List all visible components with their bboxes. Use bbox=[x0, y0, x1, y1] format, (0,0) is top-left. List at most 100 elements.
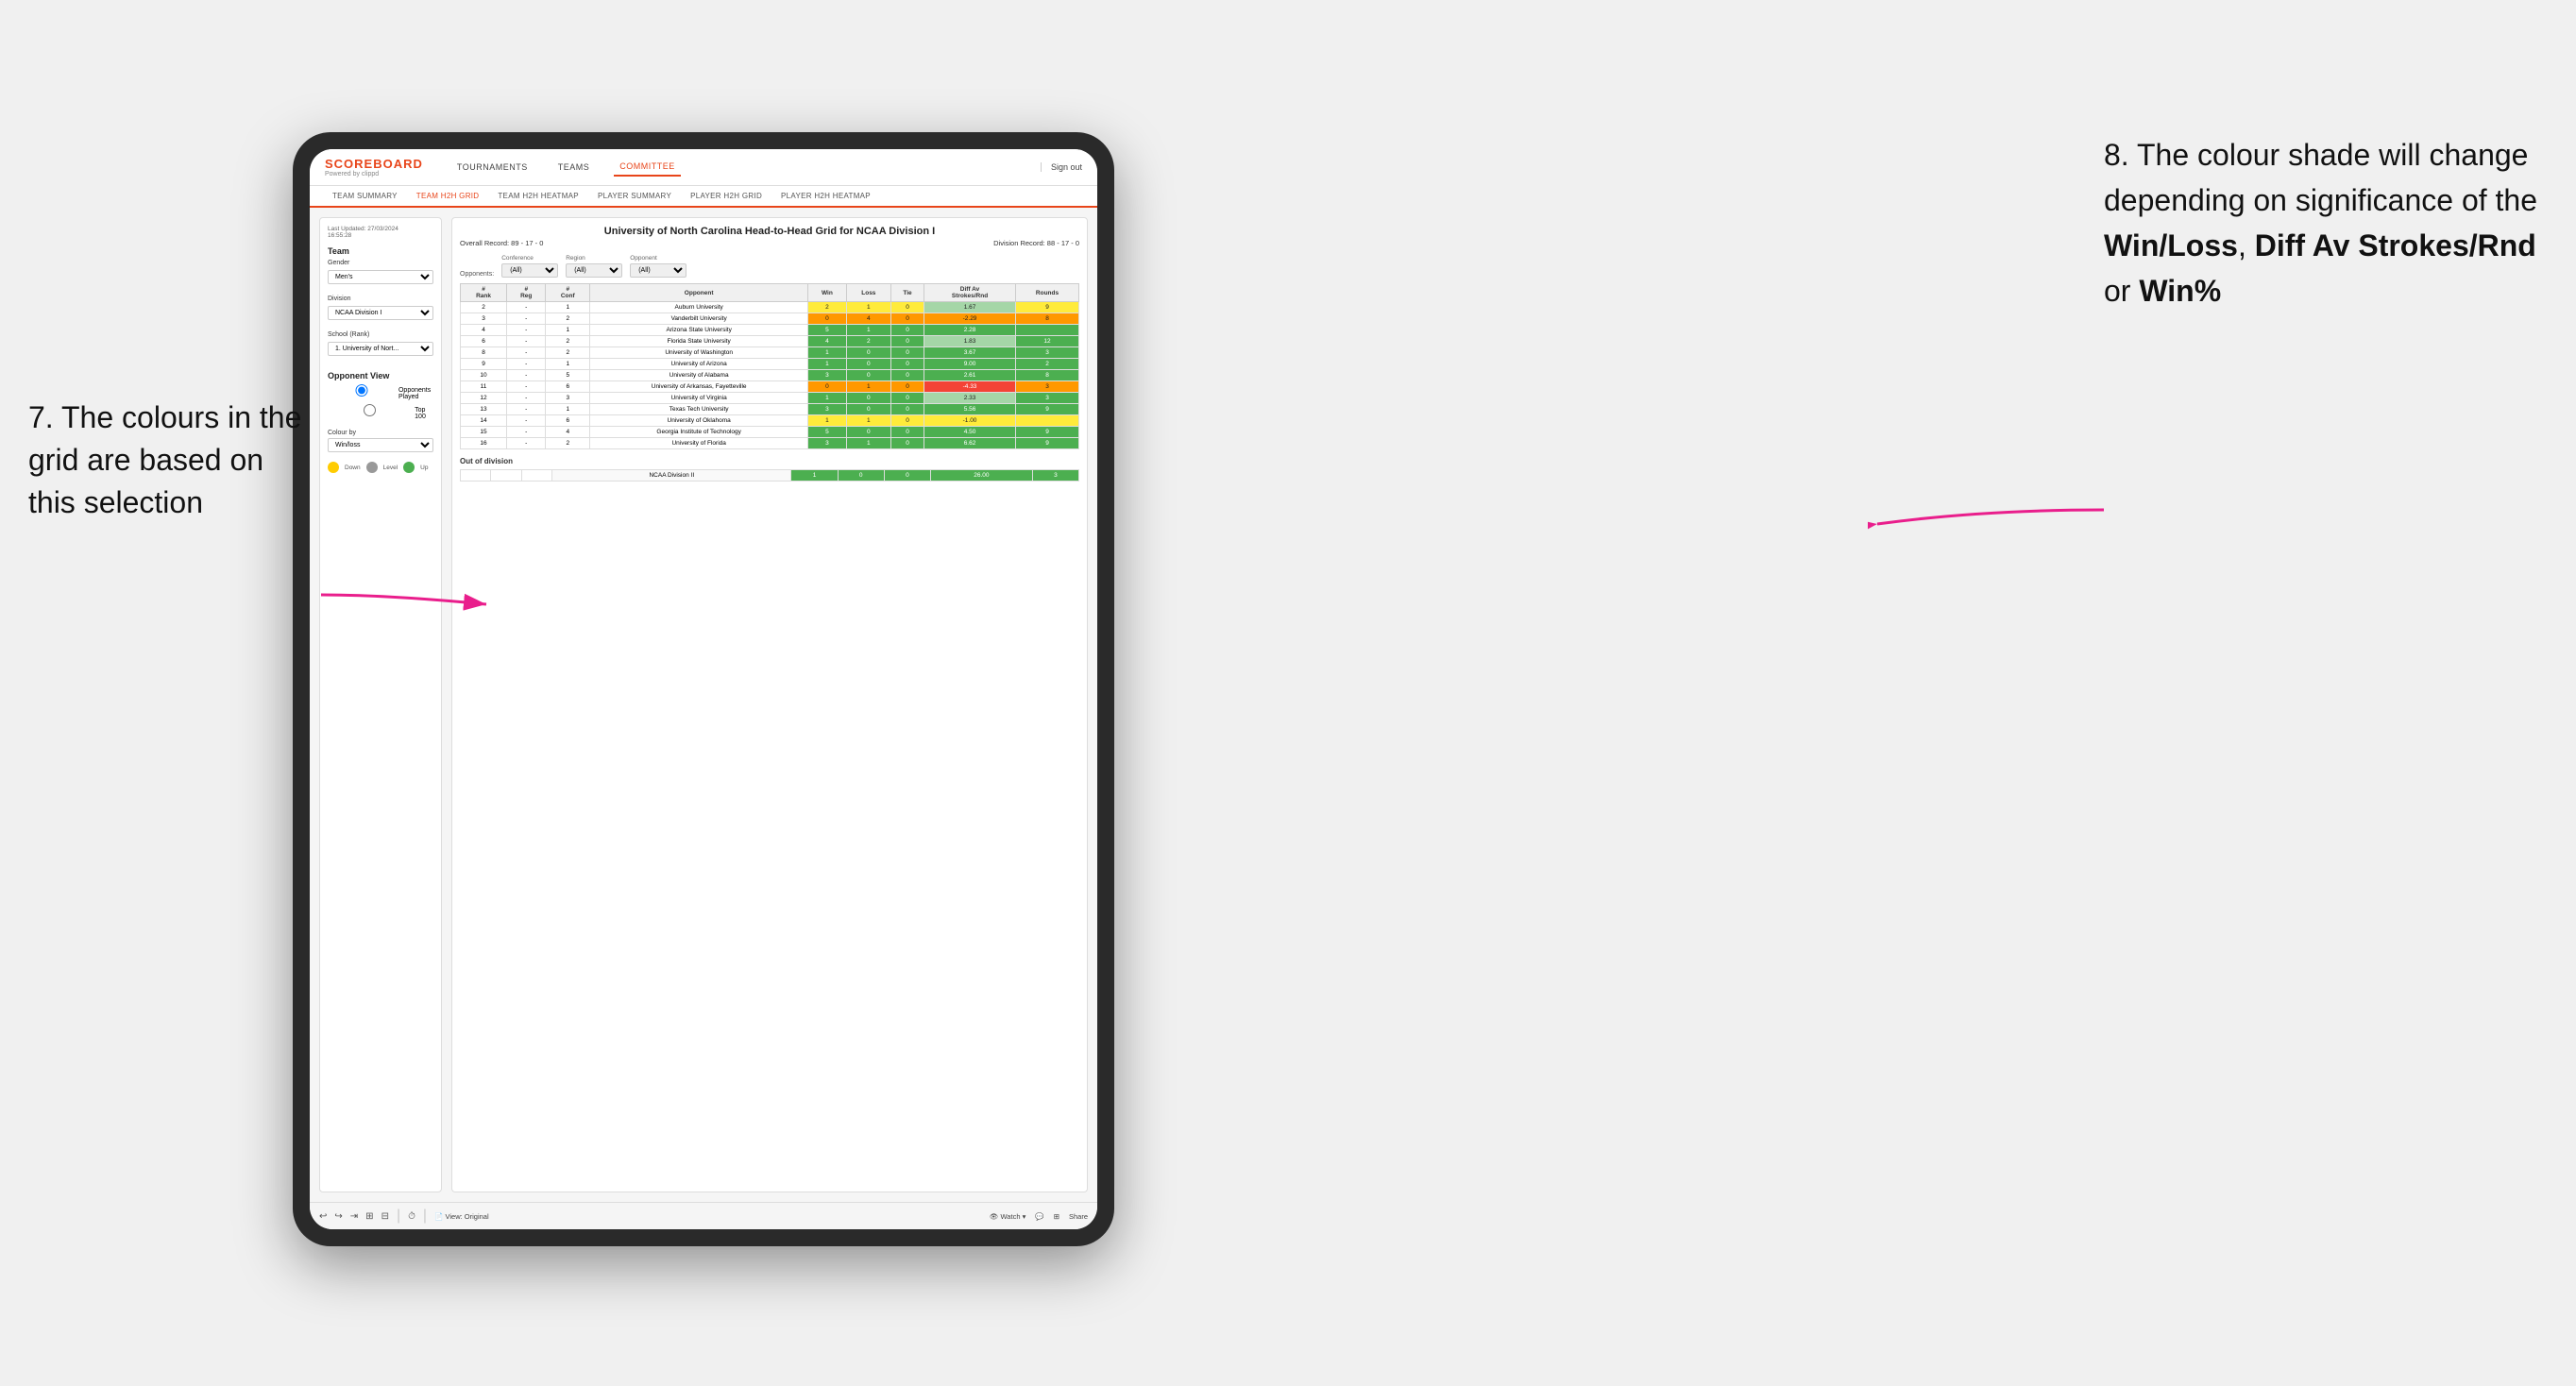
table-row: 3 - 2 Vanderbilt University 0 4 0 -2.29 … bbox=[461, 313, 1079, 325]
cell-conf: 2 bbox=[546, 438, 590, 449]
radio-top100-label: Top 100 bbox=[415, 407, 433, 420]
comment-icon[interactable]: 💬 bbox=[1035, 1212, 1043, 1221]
cell-diff: 1.67 bbox=[924, 302, 1015, 313]
cell-reg: - bbox=[507, 370, 546, 381]
cell-loss: 1 bbox=[846, 438, 891, 449]
cell-loss: 1 bbox=[846, 415, 891, 427]
annotation-left: 7. The colours in the grid are based on … bbox=[28, 397, 302, 523]
cell-tie: 0 bbox=[891, 427, 924, 438]
cell-opponent: Georgia Institute of Technology bbox=[590, 427, 808, 438]
forward-icon[interactable]: ⇥ bbox=[350, 1211, 358, 1222]
logo-area: SCOREBOARD Powered by clippd bbox=[325, 157, 423, 177]
cell-conf: 5 bbox=[546, 370, 590, 381]
cell-diff: -4.33 bbox=[924, 381, 1015, 393]
cell-conf: 1 bbox=[546, 404, 590, 415]
colour-by-group: Colour by Win/loss bbox=[328, 430, 433, 458]
cell-opponent: University of Washington bbox=[590, 347, 808, 359]
cell-rounds: 9 bbox=[1016, 427, 1079, 438]
tab-team-h2h-heatmap[interactable]: TEAM H2H HEATMAP bbox=[490, 186, 586, 206]
radio-top100[interactable]: Top 100 bbox=[328, 404, 433, 422]
cell-reg: - bbox=[507, 302, 546, 313]
cell-rank: 4 bbox=[461, 325, 507, 336]
watch-button[interactable]: 👁 Watch ▾ bbox=[990, 1212, 1025, 1221]
cell-rounds: 9 bbox=[1016, 438, 1079, 449]
table-row: 4 - 1 Arizona State University 5 1 0 2.2… bbox=[461, 325, 1079, 336]
tab-player-h2h-heatmap[interactable]: PLAYER H2H HEATMAP bbox=[773, 186, 878, 206]
region-select[interactable]: (All) bbox=[566, 263, 622, 278]
table-row: 2 - 1 Auburn University 2 1 0 1.67 9 bbox=[461, 302, 1079, 313]
tab-player-h2h-grid[interactable]: PLAYER H2H GRID bbox=[683, 186, 770, 206]
cell-win: 1 bbox=[808, 415, 846, 427]
cell-opponent: Florida State University bbox=[590, 336, 808, 347]
cell-conf: 2 bbox=[546, 336, 590, 347]
table-header-row: #Rank #Reg #Conf Opponent Win Loss Tie D… bbox=[461, 284, 1079, 302]
opponents-filter-label: Opponents: bbox=[460, 271, 494, 278]
cell-win: 0 bbox=[808, 313, 846, 325]
division-record: Division Record: 88 - 17 - 0 bbox=[993, 239, 1079, 247]
tab-team-summary[interactable]: TEAM SUMMARY bbox=[325, 186, 405, 206]
app-header: SCOREBOARD Powered by clippd TOURNAMENTS… bbox=[310, 149, 1097, 186]
cell-conf: 6 bbox=[546, 381, 590, 393]
present-icon[interactable]: ⊞ bbox=[1054, 1212, 1059, 1221]
col-loss: Loss bbox=[846, 284, 891, 302]
cell-rank: 11 bbox=[461, 381, 507, 393]
cell-win: 5 bbox=[808, 427, 846, 438]
division-group: Division NCAA Division I bbox=[328, 296, 433, 326]
app-logo-sub: Powered by clippd bbox=[325, 171, 423, 177]
cell-loss: 1 bbox=[846, 381, 891, 393]
tab-team-h2h-grid[interactable]: TEAM H2H GRID bbox=[409, 186, 487, 208]
nav-committee[interactable]: COMMITTEE bbox=[614, 158, 681, 177]
annotation-right-text: 8. The colour shade will change dependin… bbox=[2104, 138, 2537, 308]
school-select[interactable]: 1. University of Nort... bbox=[328, 342, 433, 356]
table-row: 16 - 2 University of Florida 3 1 0 6.62 … bbox=[461, 438, 1079, 449]
cell-win: 3 bbox=[808, 404, 846, 415]
cell-reg: - bbox=[507, 393, 546, 404]
share-button[interactable]: Share bbox=[1069, 1212, 1088, 1221]
cell-tie: 0 bbox=[891, 347, 924, 359]
radio-opponents-played[interactable]: Opponents Played bbox=[328, 384, 433, 402]
copy-icon[interactable]: ⊞ bbox=[365, 1211, 373, 1222]
cell-opponent: University of Arkansas, Fayetteville bbox=[590, 381, 808, 393]
cell-conf: 2 bbox=[546, 313, 590, 325]
cell-win: 5 bbox=[808, 325, 846, 336]
out-div-tie: 0 bbox=[884, 470, 930, 482]
cell-loss: 0 bbox=[846, 404, 891, 415]
opponent-select[interactable]: (All) bbox=[630, 263, 686, 278]
division-select[interactable]: NCAA Division I bbox=[328, 306, 433, 320]
cell-opponent: University of Oklahoma bbox=[590, 415, 808, 427]
view-label[interactable]: 📄 View: Original bbox=[434, 1212, 489, 1221]
last-updated: Last Updated: 27/03/202416:55:28 bbox=[328, 226, 433, 239]
cell-tie: 0 bbox=[891, 359, 924, 370]
cell-diff: 1.83 bbox=[924, 336, 1015, 347]
cell-diff: 2.33 bbox=[924, 393, 1015, 404]
conference-select[interactable]: (All) bbox=[501, 263, 558, 278]
cell-loss: 1 bbox=[846, 325, 891, 336]
h2h-table: #Rank #Reg #Conf Opponent Win Loss Tie D… bbox=[460, 283, 1079, 449]
redo-icon[interactable]: ↪ bbox=[334, 1211, 342, 1222]
table-row: 6 - 2 Florida State University 4 2 0 1.8… bbox=[461, 336, 1079, 347]
colour-by-select[interactable]: Win/loss bbox=[328, 438, 433, 452]
gender-select[interactable]: Men's bbox=[328, 270, 433, 284]
cell-opponent: Texas Tech University bbox=[590, 404, 808, 415]
col-rank: #Rank bbox=[461, 284, 507, 302]
cell-win: 1 bbox=[808, 347, 846, 359]
nav-teams[interactable]: TEAMS bbox=[552, 159, 596, 176]
main-content: Last Updated: 27/03/202416:55:28 Team Ge… bbox=[310, 208, 1097, 1202]
nav-tournaments[interactable]: TOURNAMENTS bbox=[451, 159, 534, 176]
sign-out-link[interactable]: Sign out bbox=[1041, 162, 1082, 172]
sub-nav: TEAM SUMMARY TEAM H2H GRID TEAM H2H HEAT… bbox=[310, 186, 1097, 208]
radio-group: Opponents Played Top 100 bbox=[328, 384, 433, 422]
cell-rounds: 9 bbox=[1016, 404, 1079, 415]
radio-opponents-label: Opponents Played bbox=[398, 387, 433, 400]
undo-icon[interactable]: ↩ bbox=[319, 1211, 327, 1222]
tab-player-summary[interactable]: PLAYER SUMMARY bbox=[590, 186, 679, 206]
cell-loss: 2 bbox=[846, 336, 891, 347]
clock-icon[interactable]: ⏱ bbox=[408, 1211, 415, 1222]
cell-reg: - bbox=[507, 359, 546, 370]
paste-icon[interactable]: ⊟ bbox=[381, 1211, 389, 1222]
gender-label: Gender bbox=[328, 260, 433, 266]
cell-diff: 2.61 bbox=[924, 370, 1015, 381]
legend-down-dot bbox=[328, 462, 339, 473]
school-label: School (Rank) bbox=[328, 331, 433, 338]
grid-title: University of North Carolina Head-to-Hea… bbox=[460, 226, 1079, 237]
